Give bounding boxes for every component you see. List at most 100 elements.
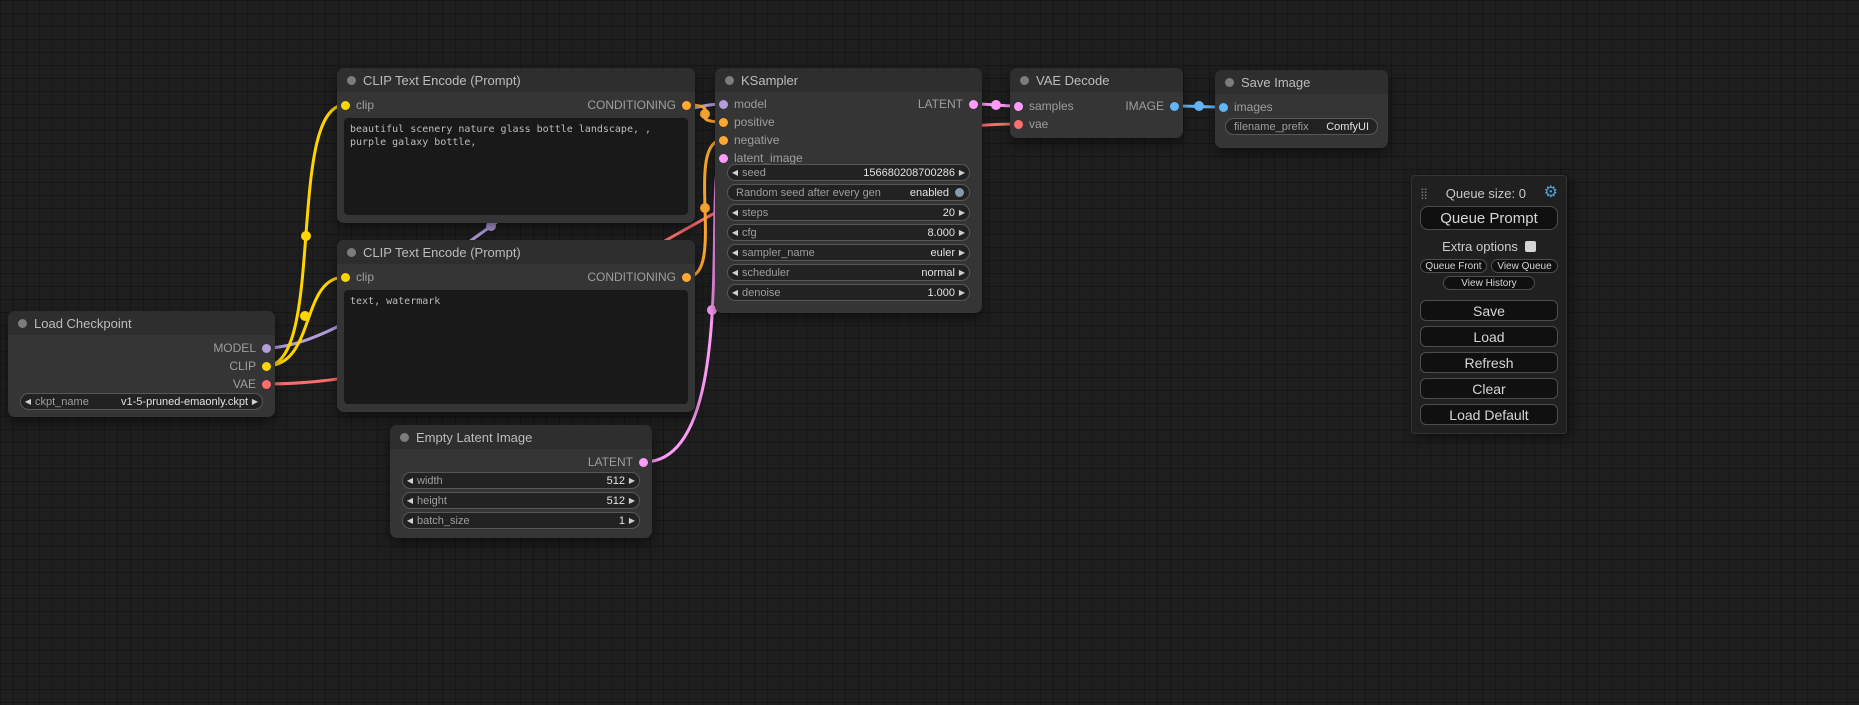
collapse-dot-icon[interactable] [725,76,734,85]
decrement-arrow-icon[interactable]: ◀ [21,397,35,406]
node-title[interactable]: CLIP Text Encode (Prompt) [337,240,695,264]
node-clip-text-encode-positive[interactable]: CLIP Text Encode (Prompt) clip CONDITION… [337,68,695,223]
decrement-arrow-icon[interactable]: ◀ [403,496,417,505]
decrement-arrow-icon[interactable]: ◀ [403,516,417,525]
decrement-arrow-icon[interactable]: ◀ [403,476,417,485]
node-title[interactable]: Empty Latent Image [390,425,652,449]
collapse-dot-icon[interactable] [347,76,356,85]
image-slot-dot[interactable] [1170,102,1179,111]
output-slot-model[interactable]: MODEL [8,339,275,357]
widget-scheduler[interactable]: ◀ scheduler normal ▶ [727,264,970,281]
node-title[interactable]: Save Image [1215,70,1388,94]
output-slot-clip[interactable]: CLIP [8,357,275,375]
node-clip-text-encode-negative[interactable]: CLIP Text Encode (Prompt) clip CONDITION… [337,240,695,412]
widget-batch-size[interactable]: ◀ batch_size 1 ▶ [402,512,640,529]
node-title[interactable]: Load Checkpoint [8,311,275,335]
conditioning-slot-dot[interactable] [682,273,691,282]
node-empty-latent-image[interactable]: Empty Latent Image LATENT ◀ width 512 ▶ … [390,425,652,538]
node-vae-decode[interactable]: VAE Decode samples vae IMAGE [1010,68,1183,138]
conditioning-slot-dot[interactable] [682,101,691,110]
node-graph-canvas[interactable]: { "colors": { "model": "#B39DDB", "clip"… [0,0,1859,705]
model-slot-dot[interactable] [719,100,728,109]
decrement-arrow-icon[interactable]: ◀ [728,208,742,217]
collapse-dot-icon[interactable] [18,319,27,328]
widget-denoise[interactable]: ◀ denoise 1.000 ▶ [727,284,970,301]
input-slot-images[interactable]: images [1219,100,1273,114]
clip-slot-dot[interactable] [341,101,350,110]
latent-slot-dot[interactable] [639,458,648,467]
widget-cfg[interactable]: ◀ cfg 8.000 ▶ [727,224,970,241]
widget-seed[interactable]: ◀ seed 156680208700286 ▶ [727,164,970,181]
increment-arrow-icon[interactable]: ▶ [955,268,969,277]
drag-handle-icon[interactable]: ⣿ [1420,187,1428,200]
vae-slot-dot[interactable] [262,380,271,389]
output-slot-conditioning[interactable]: CONDITIONING [587,98,691,112]
output-slot-latent[interactable]: LATENT [588,455,648,469]
increment-arrow-icon[interactable]: ▶ [955,168,969,177]
collapse-dot-icon[interactable] [400,433,409,442]
widget-steps[interactable]: ◀ steps 20 ▶ [727,204,970,221]
output-slot-vae[interactable]: VAE [8,375,275,393]
widget-random-seed-toggle[interactable]: Random seed after every gen enabled [727,184,970,201]
node-title[interactable]: VAE Decode [1010,68,1183,92]
clip-slot-dot[interactable] [262,362,271,371]
collapse-dot-icon[interactable] [1020,76,1029,85]
decrement-arrow-icon[interactable]: ◀ [728,268,742,277]
increment-arrow-icon[interactable]: ▶ [955,208,969,217]
node-save-image[interactable]: Save Image images filename_prefix ComfyU… [1215,70,1388,148]
load-button[interactable]: Load [1420,326,1558,347]
latent-slot-dot[interactable] [1014,102,1023,111]
node-load-checkpoint[interactable]: Load Checkpoint MODEL CLIP VAE ◀ ckpt_na… [8,311,275,417]
latent-slot-dot[interactable] [719,154,728,163]
latent-slot-dot[interactable] [969,100,978,109]
decrement-arrow-icon[interactable]: ◀ [728,248,742,257]
prompt-textarea[interactable]: text, watermark [344,290,688,404]
extra-options-checkbox[interactable] [1525,241,1536,252]
collapse-dot-icon[interactable] [1225,78,1234,87]
increment-arrow-icon[interactable]: ▶ [248,397,262,406]
output-slot-conditioning[interactable]: CONDITIONING [587,270,691,284]
view-queue-button[interactable]: View Queue [1491,259,1558,273]
widget-width[interactable]: ◀ width 512 ▶ [402,472,640,489]
increment-arrow-icon[interactable]: ▶ [625,476,639,485]
collapse-dot-icon[interactable] [347,248,356,257]
widget-height[interactable]: ◀ height 512 ▶ [402,492,640,509]
node-title[interactable]: KSampler [715,68,982,92]
increment-arrow-icon[interactable]: ▶ [955,228,969,237]
increment-arrow-icon[interactable]: ▶ [955,248,969,257]
refresh-button[interactable]: Refresh [1420,352,1558,373]
load-default-button[interactable]: Load Default [1420,404,1558,425]
node-title[interactable]: CLIP Text Encode (Prompt) [337,68,695,92]
decrement-arrow-icon[interactable]: ◀ [728,168,742,177]
toggle-dot-icon[interactable] [955,188,964,197]
prompt-textarea[interactable]: beautiful scenery nature glass bottle la… [344,118,688,215]
node-ksampler[interactable]: KSampler model positive negative latent_… [715,68,982,313]
conditioning-slot-dot[interactable] [719,118,728,127]
view-history-button[interactable]: View History [1443,276,1535,290]
input-slot-positive[interactable]: positive [715,113,889,131]
save-button[interactable]: Save [1420,300,1558,321]
input-slot-clip[interactable]: clip [341,270,374,284]
widget-ckpt-name[interactable]: ◀ ckpt_name v1-5-pruned-emaonly.ckpt ▶ [20,393,263,410]
output-slot-latent[interactable]: LATENT [862,95,982,113]
increment-arrow-icon[interactable]: ▶ [625,516,639,525]
image-slot-dot[interactable] [1219,103,1228,112]
widget-filename-prefix[interactable]: filename_prefix ComfyUI [1225,118,1378,135]
input-slot-negative[interactable]: negative [715,131,889,149]
vae-slot-dot[interactable] [1014,120,1023,129]
input-slot-clip[interactable]: clip [341,98,374,112]
conditioning-slot-dot[interactable] [719,136,728,145]
widget-sampler-name[interactable]: ◀ sampler_name euler ▶ [727,244,970,261]
model-slot-dot[interactable] [262,344,271,353]
decrement-arrow-icon[interactable]: ◀ [728,288,742,297]
increment-arrow-icon[interactable]: ▶ [955,288,969,297]
clear-button[interactable]: Clear [1420,378,1558,399]
input-slot-vae[interactable]: vae [1010,115,1122,133]
output-slot-image[interactable]: IMAGE [1105,97,1183,115]
settings-gear-icon[interactable]: ⚙ [1544,185,1558,201]
clip-slot-dot[interactable] [341,273,350,282]
decrement-arrow-icon[interactable]: ◀ [728,228,742,237]
queue-front-button[interactable]: Queue Front [1420,259,1487,273]
queue-prompt-button[interactable]: Queue Prompt [1420,206,1558,230]
increment-arrow-icon[interactable]: ▶ [625,496,639,505]
